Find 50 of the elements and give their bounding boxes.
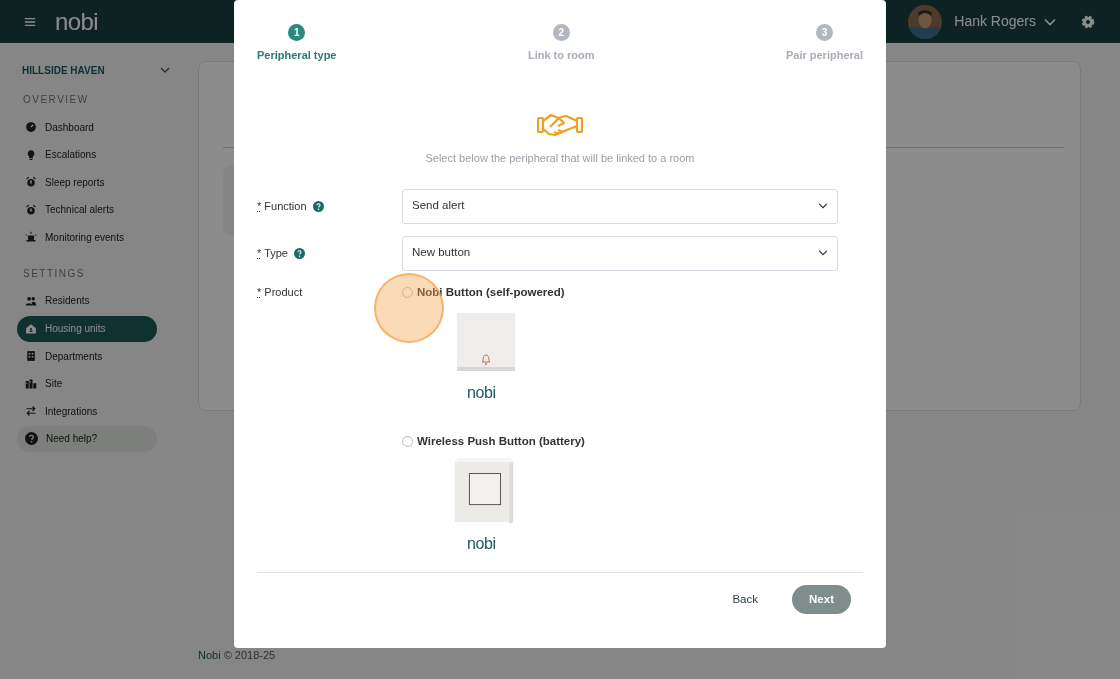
step-number: 1 — [288, 24, 306, 41]
section-heading: SETTINGS — [22, 266, 86, 281]
sidebar-item[interactable]: Dashboard — [17, 114, 157, 140]
gauge-icon — [25, 121, 37, 133]
sidebar-item[interactable]: Sleep reports — [17, 169, 157, 196]
alarm-clock-icon — [25, 176, 37, 189]
user-name[interactable]: Hank Rogers — [954, 11, 1036, 32]
sidebar-item[interactable]: Escalations — [17, 141, 157, 168]
sidebar-item[interactable]: Residents — [17, 287, 157, 314]
footer-text: Nobi © 2018-25 — [198, 648, 277, 663]
menu-icon[interactable] — [24, 15, 36, 28]
sidebar-item[interactable]: Departments — [17, 343, 157, 370]
field-label: * Function — [257, 198, 307, 214]
sidebar-item[interactable]: Housing units — [17, 315, 157, 342]
step-number: 3 — [815, 24, 833, 41]
chevron-down-icon — [818, 250, 828, 256]
chevron-down-icon — [1044, 17, 1056, 26]
chevron-down-icon — [160, 67, 170, 73]
house-icon — [25, 322, 37, 335]
people-icon — [25, 294, 37, 307]
settings-icon[interactable] — [1080, 13, 1096, 30]
intro-text: Select below the peripheral that will be linked to a room — [424, 151, 696, 166]
field-label: * Product — [257, 284, 303, 300]
handshake-icon — [537, 112, 583, 138]
radio-option[interactable]: Wireless Push Button (battery) — [402, 432, 585, 450]
lightbulb-icon — [25, 148, 37, 161]
brand-logo: nobi — [467, 382, 497, 403]
brand-logo: nobi — [467, 534, 497, 554]
step-number: 2 — [552, 24, 570, 41]
swap-arrows-icon — [25, 405, 37, 418]
step-label[interactable]: Peripheral type — [257, 47, 337, 64]
help-icon — [25, 432, 38, 446]
siren-icon — [25, 231, 37, 244]
sidebar-item[interactable]: Integrations — [17, 398, 157, 425]
sidebar-item[interactable]: Technical alerts — [17, 196, 157, 223]
logo: nobi — [55, 6, 98, 37]
buildings-icon — [25, 377, 37, 390]
select-field[interactable]: New button — [402, 235, 838, 271]
chevron-down-icon — [818, 203, 828, 209]
back-button[interactable]: Back — [730, 585, 760, 614]
select-field[interactable]: Send alert — [402, 188, 838, 224]
sidebar-item[interactable]: Site — [17, 370, 157, 397]
section-heading: OVERVIEW — [22, 93, 90, 107]
alarm-clock-icon — [25, 203, 37, 216]
sidebar-item[interactable]: Monitoring events — [17, 224, 157, 251]
radio-option[interactable]: Nobi Button (self-powered) — [402, 283, 585, 301]
building-icon — [25, 350, 37, 363]
help-button[interactable]: Need help? — [17, 425, 157, 452]
field-label: * Type — [257, 245, 288, 261]
site-name[interactable]: HILLSIDE HAVEN — [22, 62, 105, 78]
